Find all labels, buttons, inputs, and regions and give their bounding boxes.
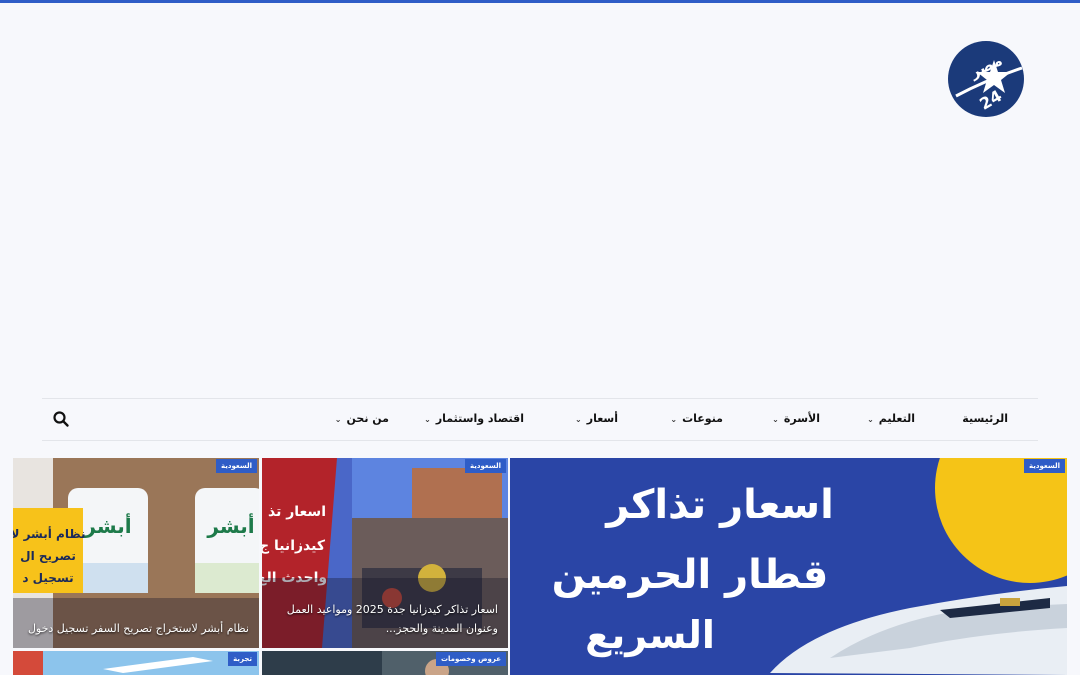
svg-text:اسعار تذاكر: اسعار تذاكر (604, 482, 834, 528)
top-accent-bar (0, 0, 1080, 3)
featured-main-card[interactable]: اسعار تذاكر قطار الحرمين السريع السعودية (510, 458, 1067, 675)
nav-item-label: الرئيسية (962, 412, 1008, 425)
category-badge[interactable]: تجربة (228, 652, 257, 666)
nav-item-label: اقتصاد واستثمار (435, 412, 524, 425)
svg-text:السريع: السريع (585, 613, 715, 657)
nav-item-label: التعليم (878, 412, 915, 425)
featured-card-absher[interactable]: أبشر أبشر نظام أبشر لا تصريح ال تسجيل د … (13, 458, 259, 648)
svg-text:نظام أبشر لا: نظام أبشر لا (13, 526, 86, 542)
svg-text:تسجيل د: تسجيل د (22, 571, 73, 585)
svg-text:اسعار تذ: اسعار تذ (268, 504, 326, 520)
featured-card-kidzania[interactable]: اسعار تذ كيدزانيا ج واحدث الع السعودية ا… (262, 458, 508, 648)
search-button[interactable] (52, 410, 70, 428)
nav-item-misc[interactable]: منوعات ⌄ (670, 399, 723, 440)
nav-item-label: أسعار (586, 412, 618, 425)
chevron-down-icon: ⌄ (334, 415, 342, 424)
chevron-down-icon: ⌄ (867, 415, 874, 424)
featured-card-offers[interactable]: عروض وخصومات (262, 651, 508, 675)
category-badge[interactable]: عروض وخصومات (435, 652, 506, 666)
nav-item-label: الأسرة (783, 412, 820, 425)
category-badge[interactable]: السعودية (1024, 459, 1065, 473)
nav-item-education[interactable]: التعليم ⌄ (867, 399, 915, 440)
main-navigation: الرئيسية التعليم ⌄ الأسرة ⌄ منوعات ⌄ أسعار ⌄… (42, 398, 1038, 441)
nav-item-home[interactable]: الرئيسية (962, 399, 1008, 440)
featured-card-experience[interactable]: تجربة (13, 651, 259, 675)
svg-text:قطار الحرمين: قطار الحرمين (552, 552, 829, 598)
site-logo[interactable]: مصر 24 (946, 40, 1026, 118)
search-icon (53, 411, 69, 427)
chevron-down-icon: ⌄ (575, 415, 582, 424)
svg-text:تصريح ال: تصريح ال (20, 549, 76, 563)
experience-image (13, 651, 259, 675)
chevron-down-icon: ⌄ (772, 415, 779, 424)
article-title[interactable]: نظام أبشر لاستخراج تصريح السفر تسجيل دخو… (21, 619, 249, 638)
svg-text:أبشر: أبشر (206, 512, 254, 538)
logo-graphic: مصر 24 (948, 41, 1024, 117)
featured-main-image: اسعار تذاكر قطار الحرمين السريع (510, 458, 1067, 675)
chevron-down-icon: ⌄ (424, 415, 431, 424)
category-badge[interactable]: السعودية (216, 459, 257, 473)
chevron-down-icon: ⌄ (670, 415, 678, 424)
nav-item-economy[interactable]: اقتصاد واستثمار ⌄ (424, 399, 524, 440)
article-title[interactable]: اسعار تذاكر كيدزانيا جدة 2025 ومواعيد ال… (270, 600, 498, 638)
nav-item-family[interactable]: الأسرة ⌄ (772, 399, 820, 440)
svg-text:أبشر: أبشر (83, 512, 131, 538)
svg-text:كيدزانيا ج: كيدزانيا ج (262, 538, 326, 554)
nav-item-label: منوعات (682, 412, 723, 425)
nav-item-prices[interactable]: أسعار ⌄ (575, 399, 618, 440)
nav-item-about[interactable]: من نحن ⌄ (335, 399, 389, 440)
nav-item-label: من نحن (346, 412, 390, 425)
category-badge[interactable]: السعودية (465, 459, 506, 473)
